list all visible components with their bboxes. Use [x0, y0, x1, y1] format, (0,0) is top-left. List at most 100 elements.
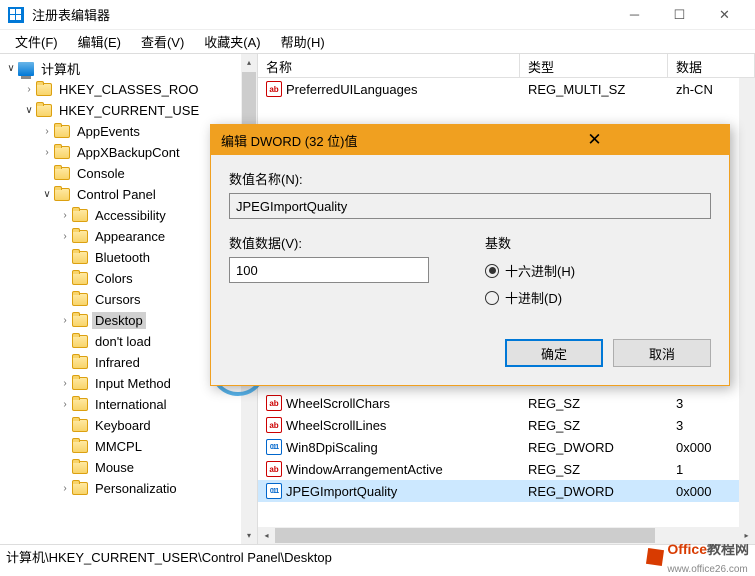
tree-international[interactable]: › International	[0, 394, 257, 415]
list-row[interactable]: 011Win8DpiScaling REG_DWORD 0x000	[258, 436, 755, 458]
titlebar: 注册表编辑器 ─ ☐ ✕	[0, 0, 755, 30]
column-data[interactable]: 数据	[668, 54, 755, 77]
cancel-button[interactable]: 取消	[613, 339, 711, 367]
list-row[interactable]: abPreferredUILanguages REG_MULTI_SZ zh-C…	[258, 78, 755, 100]
tree-keyboard[interactable]: › Keyboard	[0, 415, 257, 436]
scrollbar-left-arrow[interactable]: ◂	[258, 527, 275, 544]
chevron-right-icon[interactable]: ›	[58, 315, 72, 326]
data-input[interactable]	[229, 257, 429, 283]
column-type[interactable]: 类型	[520, 54, 668, 77]
tree-label: Appearance	[92, 228, 168, 245]
tree-label: AppXBackupCont	[74, 144, 183, 161]
tree-hkcr[interactable]: › HKEY_CLASSES_ROO	[0, 79, 257, 100]
maximize-button[interactable]: ☐	[657, 0, 702, 30]
folder-icon	[72, 419, 88, 432]
radio-icon	[485, 291, 499, 305]
tree-root[interactable]: ∨ 计算机	[0, 58, 257, 79]
ok-button[interactable]: 确定	[505, 339, 603, 367]
window-title: 注册表编辑器	[32, 5, 612, 24]
list-row-selected[interactable]: 011JPEGImportQuality REG_DWORD 0x000	[258, 480, 755, 502]
chevron-down-icon[interactable]: ∨	[22, 105, 36, 116]
tree-mmcpl[interactable]: › MMCPL	[0, 436, 257, 457]
value-name: Win8DpiScaling	[286, 440, 378, 455]
tree-hkcu[interactable]: ∨ HKEY_CURRENT_USE	[0, 100, 257, 121]
tree-label: AppEvents	[74, 123, 143, 140]
tree-label: HKEY_CURRENT_USE	[56, 102, 202, 119]
tree-label: Cursors	[92, 291, 144, 308]
dialog-body: 数值名称(N): 数值数据(V): 基数 十六进制(H) 十进制(D)	[211, 155, 729, 385]
chevron-right-icon[interactable]: ›	[58, 210, 72, 221]
chevron-right-icon[interactable]: ›	[40, 147, 54, 158]
tree-label: Input Method	[92, 375, 174, 392]
folder-icon	[72, 377, 88, 390]
radio-label: 十进制(D)	[505, 288, 562, 307]
folder-icon	[72, 440, 88, 453]
folder-icon	[72, 335, 88, 348]
value-type: REG_DWORD	[520, 440, 668, 455]
dialog-close-button[interactable]: ✕	[470, 130, 719, 150]
folder-icon	[72, 230, 88, 243]
scrollbar-thumb[interactable]	[275, 528, 655, 543]
base-label: 基数	[485, 233, 711, 252]
tree-mouse[interactable]: › Mouse	[0, 457, 257, 478]
dialog-title: 编辑 DWORD (32 位)值	[221, 131, 470, 150]
chevron-down-icon[interactable]: ∨	[40, 189, 54, 200]
scrollbar-right-arrow[interactable]: ▸	[738, 527, 755, 544]
name-input[interactable]	[229, 193, 711, 219]
radio-hex[interactable]: 十六进制(H)	[485, 261, 711, 280]
minimize-button[interactable]: ─	[612, 0, 657, 30]
radio-icon	[485, 264, 499, 278]
list-header: 名称 类型 数据	[258, 54, 755, 78]
statusbar: 计算机\HKEY_CURRENT_USER\Control Panel\Desk…	[0, 544, 755, 568]
folder-icon	[72, 293, 88, 306]
menu-fav[interactable]: 收藏夹(A)	[194, 32, 270, 51]
tree-label: International	[92, 396, 170, 413]
list-vertical-scrollbar[interactable]	[739, 78, 755, 527]
tree-label-selected: Desktop	[92, 312, 146, 329]
chevron-right-icon[interactable]: ›	[58, 231, 72, 242]
list-row[interactable]: abWindowArrangementActive REG_SZ 1	[258, 458, 755, 480]
tree-label: MMCPL	[92, 438, 145, 455]
menu-edit[interactable]: 编辑(E)	[68, 32, 131, 51]
column-name[interactable]: 名称	[258, 54, 520, 77]
reg-string-icon: ab	[266, 461, 282, 477]
status-path: 计算机\HKEY_CURRENT_USER\Control Panel\Desk…	[6, 547, 332, 566]
radio-dec[interactable]: 十进制(D)	[485, 288, 711, 307]
chevron-right-icon[interactable]: ›	[58, 483, 72, 494]
folder-icon	[72, 461, 88, 474]
menu-view[interactable]: 查看(V)	[131, 32, 194, 51]
edit-dword-dialog: 编辑 DWORD (32 位)值 ✕ 数值名称(N): 数值数据(V): 基数 …	[210, 124, 730, 386]
chevron-right-icon[interactable]: ›	[40, 126, 54, 137]
reg-string-icon: ab	[266, 417, 282, 433]
list-horizontal-scrollbar[interactable]: ◂ ▸	[258, 527, 755, 544]
menu-help[interactable]: 帮助(H)	[271, 32, 335, 51]
radio-label: 十六进制(H)	[505, 261, 575, 280]
menubar: 文件(F) 编辑(E) 查看(V) 收藏夹(A) 帮助(H)	[0, 30, 755, 54]
scrollbar-down-arrow[interactable]: ▾	[241, 527, 257, 544]
chevron-right-icon[interactable]: ›	[58, 399, 72, 410]
folder-icon	[72, 251, 88, 264]
tree-personalization[interactable]: › Personalizatio	[0, 478, 257, 499]
folder-icon	[54, 167, 70, 180]
chevron-down-icon[interactable]: ∨	[4, 63, 18, 74]
folder-icon	[54, 125, 70, 138]
value-type: REG_SZ	[520, 418, 668, 433]
chevron-right-icon[interactable]: ›	[58, 378, 72, 389]
tree-label: Console	[74, 165, 128, 182]
dialog-titlebar[interactable]: 编辑 DWORD (32 位)值 ✕	[211, 125, 729, 155]
close-button[interactable]: ✕	[702, 0, 747, 30]
reg-dword-icon: 011	[266, 439, 282, 455]
reg-dword-icon: 011	[266, 483, 282, 499]
office-icon	[646, 547, 664, 565]
list-row[interactable]: abWheelScrollLines REG_SZ 3	[258, 414, 755, 436]
folder-icon	[36, 83, 52, 96]
tree-label: Keyboard	[92, 417, 154, 434]
folder-icon	[54, 188, 70, 201]
scrollbar-up-arrow[interactable]: ▴	[241, 54, 257, 71]
value-name: WindowArrangementActive	[286, 462, 443, 477]
tree-label: Infrared	[92, 354, 143, 371]
menu-file[interactable]: 文件(F)	[5, 32, 68, 51]
chevron-right-icon[interactable]: ›	[22, 84, 36, 95]
value-type: REG_SZ	[520, 462, 668, 477]
tree-label: Colors	[92, 270, 136, 287]
